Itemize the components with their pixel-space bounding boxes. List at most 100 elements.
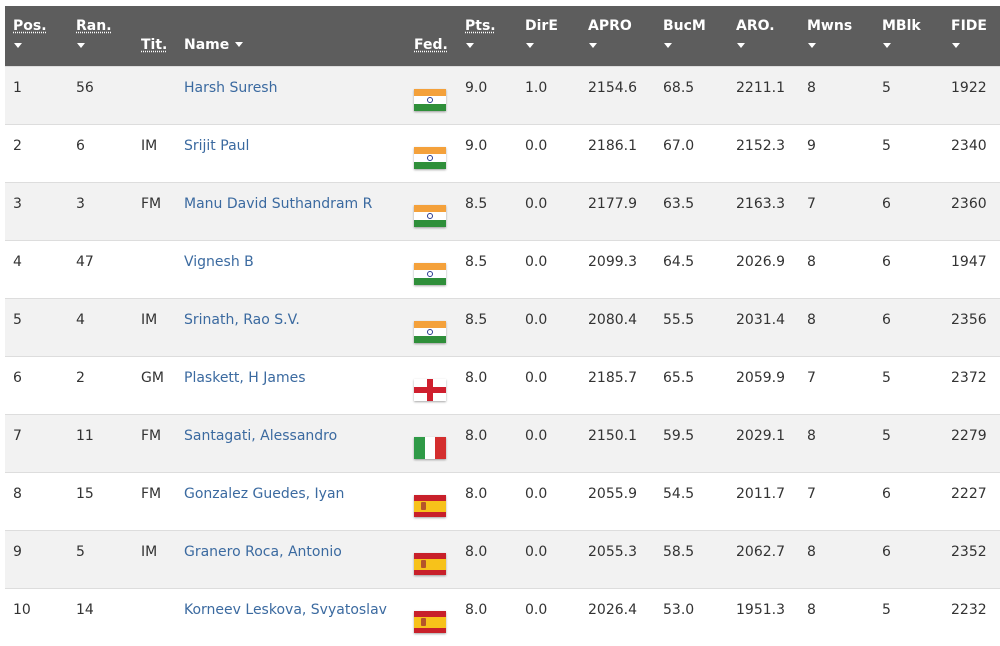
cell-name: Srinath, Rao S.V.	[176, 297, 406, 356]
column-header-apro[interactable]: APRO	[580, 6, 655, 66]
cell-fide: 2227	[943, 471, 1000, 530]
cell-title-value: FM	[141, 486, 162, 502]
cell-bucm-value: 58.5	[663, 544, 695, 560]
sort-caret-icon	[737, 43, 745, 48]
cell-bucm: 58.5	[655, 529, 728, 588]
cell-pos: 1	[5, 65, 68, 124]
sort-caret-icon	[14, 43, 22, 48]
cell-fed	[406, 529, 457, 588]
cell-title: FM	[133, 413, 176, 472]
column-header-bucm[interactable]: BucM	[655, 6, 728, 66]
player-name-link[interactable]: Srijit Paul	[184, 138, 249, 154]
player-name-link[interactable]: Plaskett, H James	[184, 370, 306, 386]
cell-bucm: 54.5	[655, 471, 728, 530]
cell-name: Granero Roca, Antonio	[176, 529, 406, 588]
cell-pts: 8.5	[457, 181, 517, 240]
cell-pos: 3	[5, 181, 68, 240]
cell-mwns: 8	[799, 297, 874, 356]
cell-aro-value: 2059.9	[736, 370, 785, 386]
player-name-link[interactable]: Vignesh B	[184, 254, 254, 270]
cell-mblk-value: 5	[882, 370, 891, 386]
cell-fide: 2360	[943, 181, 1000, 240]
sort-caret-icon	[589, 43, 597, 48]
cell-fed	[406, 355, 457, 414]
column-header-aro[interactable]: ARO.	[728, 6, 799, 66]
cell-bucm-value: 64.5	[663, 254, 695, 270]
cell-bucm: 63.5	[655, 181, 728, 240]
cell-fide: 1922	[943, 65, 1000, 124]
cell-rank-value: 5	[76, 544, 85, 560]
cell-mblk-value: 5	[882, 428, 891, 444]
cell-pos: 6	[5, 355, 68, 414]
cell-mwns: 8	[799, 529, 874, 588]
cell-dire-value: 0.0	[525, 602, 548, 619]
cell-rank: 3	[68, 181, 133, 240]
cell-dire: 0.0	[517, 587, 580, 646]
cell-apro: 2185.7	[580, 355, 655, 414]
column-header-mwns[interactable]: Mwns	[799, 6, 874, 66]
england-flag-icon	[414, 379, 446, 401]
cell-dire-value: 0.0	[525, 196, 548, 212]
cell-apro: 2055.9	[580, 471, 655, 530]
cell-pts: 8.0	[457, 587, 517, 646]
sort-caret-icon	[664, 43, 672, 48]
cell-aro: 2062.7	[728, 529, 799, 588]
cell-mblk-value: 6	[882, 312, 891, 328]
cell-rank: 2	[68, 355, 133, 414]
column-header-mblk[interactable]: MBlk	[874, 6, 943, 66]
cell-pts: 8.0	[457, 529, 517, 588]
cell-mwns: 8	[799, 587, 874, 646]
cell-dire-value: 0.0	[525, 544, 548, 560]
cell-apro: 2026.4	[580, 587, 655, 646]
sort-caret-icon	[466, 43, 474, 48]
cell-pos: 10	[5, 587, 68, 646]
cell-mblk-value: 6	[882, 544, 891, 560]
column-header-name[interactable]: Name	[176, 6, 406, 66]
player-name-link[interactable]: Granero Roca, Antonio	[184, 544, 342, 560]
column-header-dire[interactable]: DirE	[517, 6, 580, 66]
cell-fide-value: 2340	[951, 138, 987, 154]
player-name-link[interactable]: Harsh Suresh	[184, 80, 277, 96]
cell-pos-value: 4	[13, 254, 22, 270]
cell-name: Gonzalez Guedes, Iyan	[176, 471, 406, 530]
sort-caret-icon	[526, 43, 534, 48]
cell-fide: 2372	[943, 355, 1000, 414]
cell-apro-value: 2080.4	[588, 312, 637, 328]
cell-mwns: 7	[799, 181, 874, 240]
cell-name: Srijit Paul	[176, 123, 406, 182]
cell-fide-value: 2356	[951, 312, 987, 328]
column-header-pos[interactable]: Pos.	[5, 6, 68, 66]
cell-dire: 0.0	[517, 297, 580, 356]
player-name-link[interactable]: Manu David Suthandram R	[184, 196, 372, 212]
cell-rank-value: 14	[76, 602, 94, 619]
cell-dire: 0.0	[517, 413, 580, 472]
cell-rank: 47	[68, 239, 133, 298]
cell-fed	[406, 65, 457, 124]
player-name-link[interactable]: Gonzalez Guedes, Iyan	[184, 486, 344, 502]
cell-aro-value: 2152.3	[736, 138, 785, 154]
cell-pts: 8.5	[457, 297, 517, 356]
player-name-link[interactable]: Santagati, Alessandro	[184, 428, 337, 444]
column-header-pts[interactable]: Pts.	[457, 6, 517, 66]
cell-title: IM	[133, 297, 176, 356]
cell-bucm-value: 53.0	[663, 602, 695, 619]
cell-aro-value: 2011.7	[736, 486, 785, 502]
column-header-fide[interactable]: FIDE	[943, 6, 1000, 66]
cell-aro: 2029.1	[728, 413, 799, 472]
cell-title: GM	[133, 355, 176, 414]
cell-rank: 14	[68, 587, 133, 646]
cell-dire: 0.0	[517, 181, 580, 240]
column-header-rank[interactable]: Ran.	[68, 6, 133, 66]
cell-fide-value: 2227	[951, 486, 987, 502]
cell-name: Plaskett, H James	[176, 355, 406, 414]
player-name-link[interactable]: Korneev Leskova, Svyatoslav	[184, 602, 387, 618]
cell-pos: 5	[5, 297, 68, 356]
table-row: 4 47 Vignesh B 8.5 0.0 2099.3 64.5 2026.9 8 6 1947	[5, 239, 1000, 298]
cell-aro-value: 2211.1	[736, 80, 785, 96]
cell-rank: 6	[68, 123, 133, 182]
cell-pts-value: 9.0	[465, 80, 488, 96]
cell-aro-value: 2163.3	[736, 196, 785, 212]
cell-pos-value: 1	[13, 80, 22, 96]
player-name-link[interactable]: Srinath, Rao S.V.	[184, 312, 300, 328]
cell-dire-value: 1.0	[525, 80, 548, 96]
